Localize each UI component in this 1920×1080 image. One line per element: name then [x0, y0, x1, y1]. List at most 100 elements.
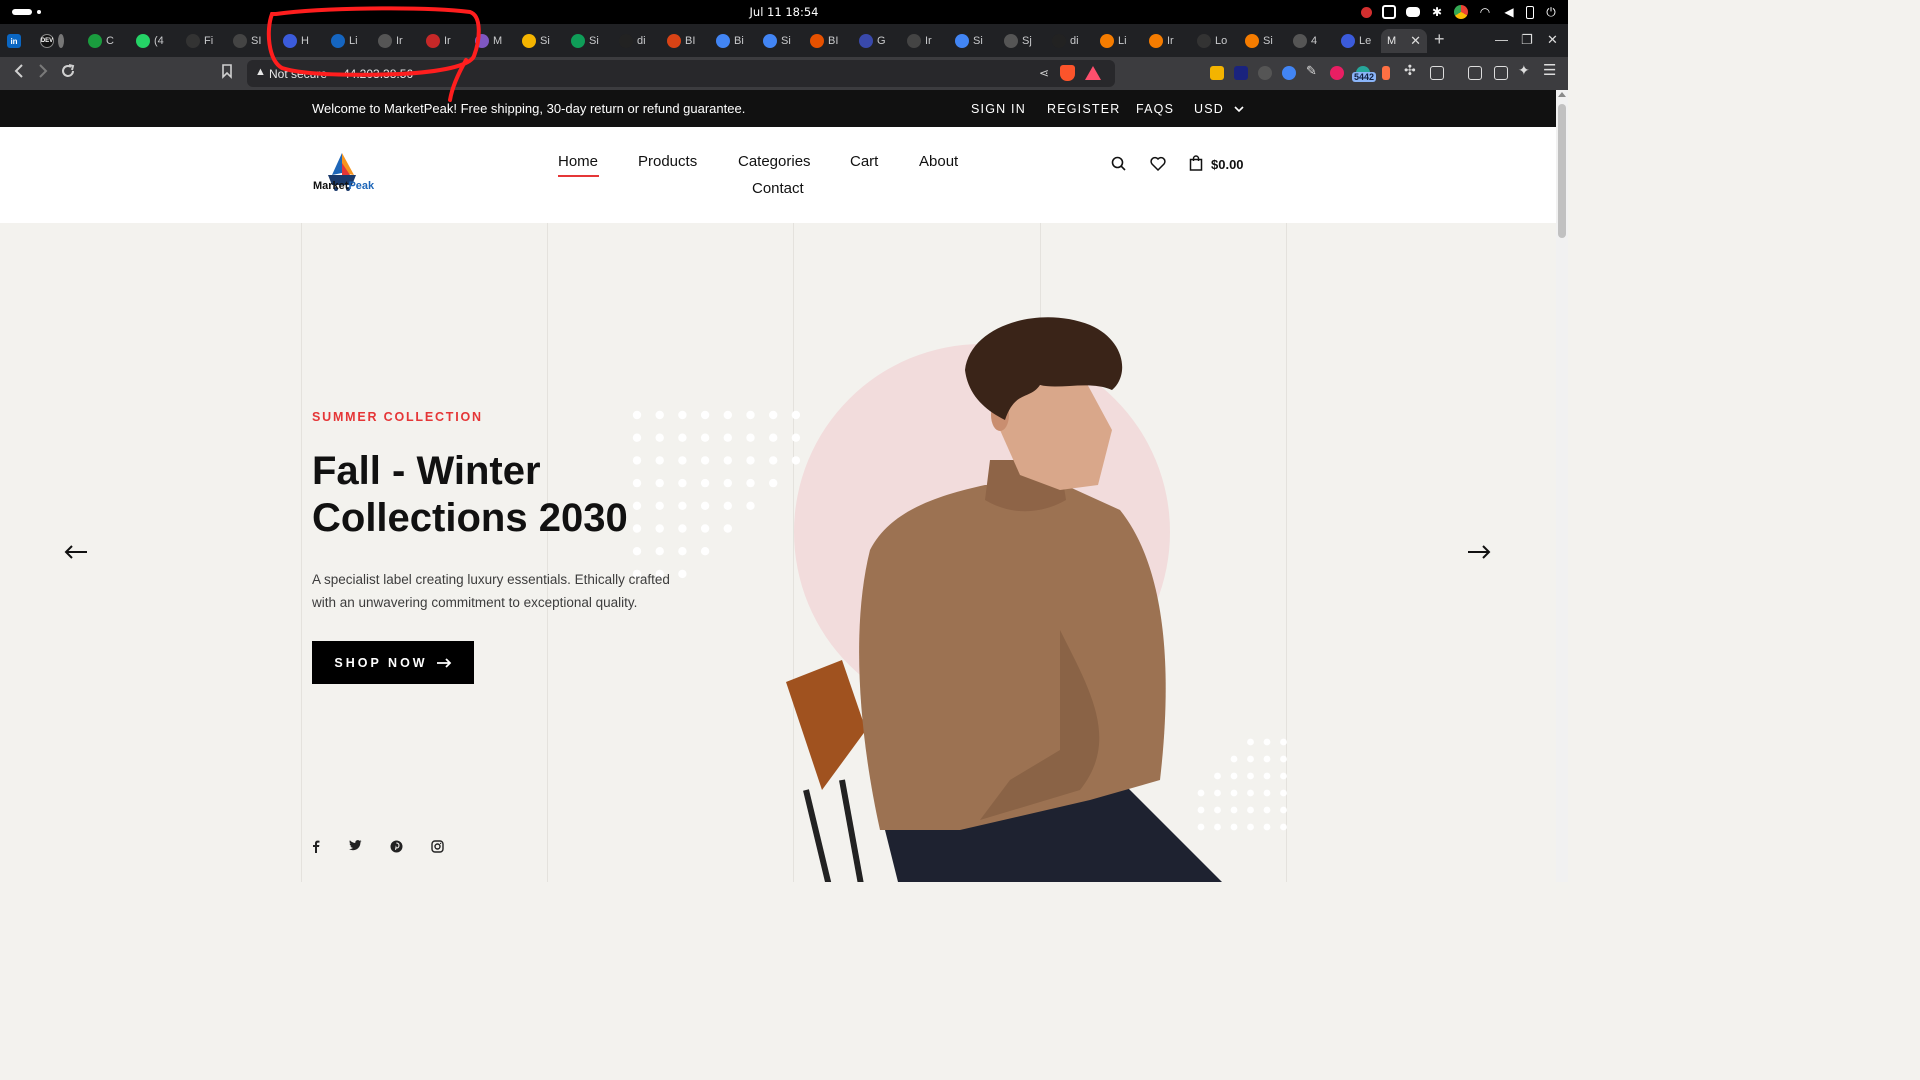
wallet-icon[interactable] [1494, 66, 1508, 80]
brave-rewards-icon[interactable] [1085, 66, 1101, 80]
register-link[interactable]: REGISTER [1047, 102, 1136, 116]
close-window-button[interactable]: ✕ [1547, 32, 1558, 48]
extension-icon-1[interactable] [1210, 66, 1224, 80]
browser-tab[interactable]: BI [810, 29, 838, 53]
browser-tab[interactable]: (4 [136, 29, 164, 53]
currency-select[interactable]: USD [1194, 102, 1244, 116]
nav-contact[interactable]: Contact [752, 180, 804, 197]
decorative-dot [655, 433, 664, 442]
nav-categories[interactable]: Categories [738, 153, 811, 170]
facebook-icon[interactable] [312, 840, 320, 856]
sign-in-link[interactable]: SIGN IN [971, 102, 1047, 116]
security-status[interactable]: Not secure [269, 67, 327, 81]
nav-about[interactable]: About [919, 153, 958, 170]
browser-tab[interactable]: Li [331, 29, 358, 53]
browser-tab[interactable]: Bi [716, 29, 744, 53]
extension-icon-4[interactable] [1282, 66, 1296, 80]
browser-tab[interactable]: Sj [1004, 29, 1032, 53]
extension-icon-8[interactable] [1382, 66, 1390, 80]
browser-tab[interactable]: Ir [378, 29, 403, 53]
browser-tab[interactable]: Li [1100, 29, 1127, 53]
minimize-button[interactable]: — [1495, 32, 1508, 47]
cart-bag-icon[interactable] [1189, 155, 1203, 176]
browser-tab[interactable]: Si [522, 29, 550, 53]
battery-icon[interactable] [1526, 5, 1534, 19]
tab-label: Si [973, 35, 983, 47]
search-icon[interactable] [1111, 156, 1126, 176]
browser-tab[interactable]: 4 [1293, 29, 1317, 53]
tab-favicon-icon [716, 34, 730, 48]
system-clock[interactable]: Jul 11 18:54 [0, 5, 1568, 19]
screenshot-icon[interactable] [1382, 5, 1396, 19]
address-bar[interactable]: ▲ Not secure 44.203.38.56 ⋖ [247, 60, 1115, 87]
tab-favicon-icon [1197, 34, 1211, 48]
logo-wordmark[interactable]: MarketPeak [313, 180, 374, 192]
wishlist-heart-icon[interactable] [1150, 156, 1166, 176]
url-text[interactable]: 44.203.38.56 [343, 67, 413, 81]
browser-tab[interactable]: G [859, 29, 886, 53]
browser-tab[interactable]: M [475, 29, 502, 53]
browser-tab[interactable]: Ir [907, 29, 932, 53]
browser-tab[interactable]: Si [571, 29, 599, 53]
browser-tab[interactable]: Lo [1197, 29, 1227, 53]
slider-prev-arrow-icon[interactable] [64, 539, 88, 567]
menu-icon[interactable]: ☰ [1543, 61, 1557, 79]
chrome-icon[interactable] [1454, 5, 1468, 19]
maximize-button[interactable]: ❐ [1521, 32, 1533, 48]
nav-cart[interactable]: Cart [850, 153, 878, 170]
browser-tab[interactable]: H [283, 29, 309, 53]
twitter-icon[interactable] [349, 840, 362, 854]
browser-tab[interactable]: C [88, 29, 114, 53]
brave-shields-icon[interactable] [1060, 65, 1075, 81]
new-tab-button[interactable]: + [1434, 29, 1445, 50]
active-tab[interactable]: M ✕ [1381, 29, 1428, 53]
notification-icon[interactable] [1361, 6, 1372, 18]
decorative-dot [1280, 806, 1287, 814]
instagram-icon[interactable] [431, 840, 444, 856]
browser-tab[interactable]: Si [763, 29, 791, 53]
browser-tab[interactable]: Fi [186, 29, 213, 53]
nav-products[interactable]: Products [638, 153, 697, 170]
sidebar-icon[interactable] [1468, 66, 1482, 80]
bookmark-icon[interactable] [221, 63, 233, 84]
browser-tab[interactable]: Ir [1149, 29, 1174, 53]
wifi-icon[interactable]: ◠ [1478, 5, 1492, 19]
nav-home[interactable]: Home [558, 153, 598, 170]
eyedropper-icon[interactable]: ✎ [1306, 63, 1320, 78]
power-icon[interactable]: ⏻ [1544, 5, 1558, 19]
close-tab-icon[interactable]: ✕ [1410, 33, 1421, 49]
back-icon[interactable] [12, 63, 26, 84]
linkedin-tab[interactable]: in [7, 29, 21, 53]
screenshot-tool-icon[interactable] [1430, 66, 1444, 80]
dev-tab[interactable]: DEV [40, 29, 64, 53]
browser-tab[interactable]: Si [955, 29, 983, 53]
browser-tab[interactable]: BI [667, 29, 695, 53]
browser-tab[interactable]: Le [1341, 29, 1371, 53]
extension-icon-3[interactable] [1258, 66, 1272, 80]
reload-icon[interactable] [60, 63, 76, 84]
volume-icon[interactable]: ◀ [1502, 5, 1516, 19]
leo-ai-icon[interactable]: ✦ [1518, 62, 1532, 78]
tab-label: di [1070, 35, 1079, 47]
discord-icon[interactable] [1406, 7, 1420, 17]
pinterest-icon[interactable] [390, 840, 403, 856]
page-scrollbar[interactable] [1556, 90, 1568, 882]
shop-now-button[interactable]: SHOP NOW [312, 641, 474, 684]
forward-icon[interactable] [36, 63, 50, 84]
cart-total[interactable]: $0.00 [1211, 157, 1244, 172]
browser-tab[interactable]: di [1052, 29, 1079, 53]
browser-tab[interactable]: Si [1245, 29, 1273, 53]
extensions-puzzle-icon[interactable]: ✣ [1404, 62, 1418, 78]
browser-tab[interactable]: Ir [426, 29, 451, 53]
share-icon[interactable]: ⋖ [1039, 66, 1049, 80]
faqs-link[interactable]: FAQS [1136, 102, 1194, 116]
slider-next-arrow-icon[interactable] [1467, 539, 1491, 567]
scroll-up-icon[interactable] [1558, 92, 1566, 97]
extension-icon-2[interactable] [1234, 66, 1248, 80]
scrollbar-thumb[interactable] [1558, 104, 1566, 238]
browser-tab[interactable]: di [619, 29, 646, 53]
warning-icon[interactable]: ▲ [255, 66, 266, 78]
slack-icon[interactable]: ✱ [1430, 5, 1444, 19]
extension-icon-6[interactable] [1330, 66, 1344, 80]
browser-tab[interactable]: SI [233, 29, 261, 53]
